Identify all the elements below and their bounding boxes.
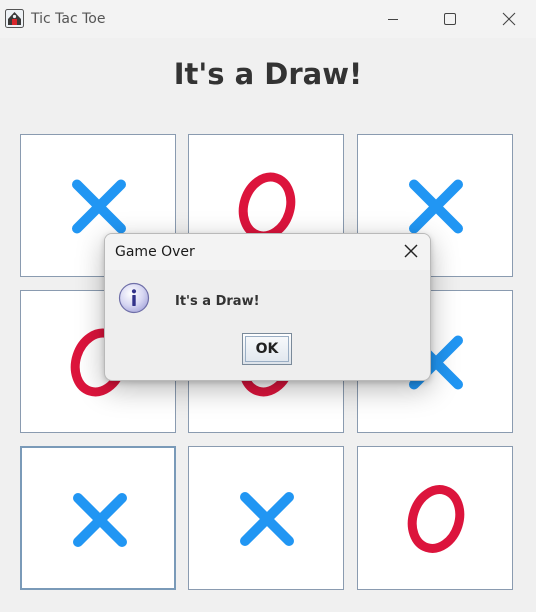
ok-button-label: OK — [245, 336, 289, 362]
window-titlebar[interactable]: Tic Tac Toe — [0, 0, 536, 38]
close-icon — [502, 12, 516, 26]
dialog-message: It's a Draw! — [175, 294, 260, 309]
board-cell-3-2[interactable] — [188, 446, 344, 590]
window-title: Tic Tac Toe — [31, 11, 106, 27]
maximize-icon — [444, 13, 456, 25]
app-icon — [5, 9, 24, 28]
dialog-titlebar[interactable]: Game Over — [105, 234, 430, 270]
dialog-close-button[interactable] — [398, 238, 424, 264]
close-window-button[interactable] — [480, 0, 536, 38]
board-cell-3-1[interactable] — [20, 446, 176, 590]
minimize-button[interactable] — [364, 0, 422, 38]
info-icon — [118, 282, 150, 314]
close-icon — [404, 244, 418, 258]
game-over-dialog: Game Over It's a Draw! OK — [104, 233, 431, 381]
ok-button[interactable]: OK — [242, 333, 292, 365]
result-heading: It's a Draw! — [173, 57, 363, 91]
tic-tac-toe-window: Tic Tac Toe It's a Draw! Game Over It's … — [0, 0, 536, 612]
board-cell-3-3[interactable] — [357, 446, 513, 590]
maximize-button[interactable] — [421, 0, 479, 38]
o-mark — [407, 485, 465, 553]
minimize-icon — [388, 19, 398, 20]
x-mark — [240, 492, 294, 546]
dialog-title: Game Over — [115, 244, 195, 260]
x-mark — [73, 493, 127, 547]
